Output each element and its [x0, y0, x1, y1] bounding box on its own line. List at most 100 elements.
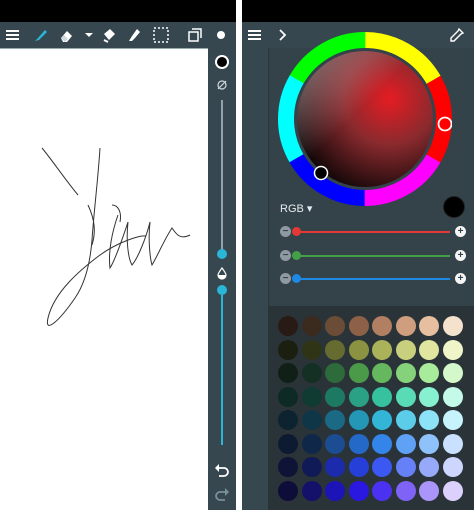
palette-swatch[interactable] — [301, 363, 322, 383]
palette-swatch[interactable] — [278, 410, 298, 430]
palette-swatch[interactable] — [372, 386, 392, 407]
palette-swatch[interactable] — [395, 457, 416, 477]
palette-swatch[interactable] — [372, 410, 392, 430]
palette-swatch[interactable] — [278, 339, 298, 360]
layers-icon[interactable] — [186, 26, 204, 44]
opacity-slider-knob[interactable] — [217, 249, 227, 259]
brush-icon[interactable] — [32, 26, 50, 44]
red-slider-knob[interactable] — [292, 227, 301, 236]
palette-swatch[interactable] — [395, 363, 416, 383]
palette-swatch[interactable] — [348, 433, 369, 454]
green-slider-track[interactable] — [296, 255, 450, 257]
palette-swatch[interactable] — [301, 386, 322, 407]
selection-icon[interactable] — [152, 26, 170, 44]
palette-swatch[interactable] — [395, 386, 416, 407]
color-wheel[interactable] — [278, 32, 452, 206]
palette-swatch[interactable] — [348, 457, 369, 477]
blue-plus-button[interactable]: + — [455, 273, 466, 284]
palette-swatch[interactable] — [395, 410, 416, 430]
palette-swatch[interactable] — [372, 363, 392, 383]
red-minus-button[interactable]: − — [280, 226, 291, 237]
palette-swatch[interactable] — [348, 386, 369, 407]
palette-swatch[interactable] — [325, 433, 345, 454]
palette-swatch[interactable] — [419, 480, 439, 501]
palette-swatch[interactable] — [278, 316, 298, 336]
palette-swatch[interactable] — [372, 316, 392, 336]
blue-minus-button[interactable]: − — [280, 273, 291, 284]
palette-swatch[interactable] — [395, 316, 416, 336]
palette-swatch[interactable] — [325, 339, 345, 360]
palette-swatch[interactable] — [419, 316, 439, 336]
fill-icon[interactable] — [100, 26, 118, 44]
palette-swatch[interactable] — [325, 316, 345, 336]
palette-swatch[interactable] — [348, 410, 369, 430]
red-slider-track[interactable] — [296, 231, 450, 233]
palette-swatch[interactable] — [419, 410, 439, 430]
palette-swatch[interactable] — [278, 386, 298, 407]
opacity-slider-track[interactable] — [221, 100, 223, 250]
redo-icon[interactable] — [213, 486, 231, 504]
color-mode-dropdown[interactable]: RGB ▾ — [280, 202, 312, 215]
value-handle[interactable] — [313, 165, 329, 181]
green-minus-button[interactable]: − — [280, 250, 291, 261]
palette-swatch[interactable] — [419, 433, 439, 454]
current-color-swatch[interactable] — [213, 53, 231, 71]
palette-swatch[interactable] — [442, 363, 463, 383]
blue-slider-track[interactable] — [296, 278, 450, 280]
chevron-down-icon[interactable] — [80, 26, 98, 44]
palette-swatch[interactable] — [278, 480, 298, 501]
palette-swatch[interactable] — [348, 480, 369, 501]
palette-swatch[interactable] — [442, 457, 463, 477]
palette-swatch[interactable] — [348, 339, 369, 360]
palette-swatch[interactable] — [325, 410, 345, 430]
palette-swatch[interactable] — [301, 433, 322, 454]
blue-slider-knob[interactable] — [292, 274, 301, 283]
palette-swatch[interactable] — [325, 386, 345, 407]
palette-swatch[interactable] — [395, 433, 416, 454]
green-plus-button[interactable]: + — [455, 250, 466, 261]
palette-swatch[interactable] — [278, 363, 298, 383]
palette-swatch[interactable] — [442, 433, 463, 454]
palette-swatch[interactable] — [372, 457, 392, 477]
undo-icon[interactable] — [213, 462, 231, 480]
palette-swatch[interactable] — [419, 457, 439, 477]
smudge-icon[interactable] — [126, 26, 144, 44]
palette-swatch[interactable] — [372, 480, 392, 501]
palette-swatch[interactable] — [442, 480, 463, 501]
blue-slider[interactable]: − + — [280, 273, 466, 285]
brush-dot-icon[interactable] — [212, 26, 230, 44]
menu-icon[interactable] — [4, 26, 22, 44]
palette-swatch[interactable] — [325, 363, 345, 383]
palette-swatch[interactable] — [348, 363, 369, 383]
palette-swatch[interactable] — [301, 316, 322, 336]
drawing-canvas[interactable] — [0, 48, 208, 510]
palette-swatch[interactable] — [301, 410, 322, 430]
palette-swatch[interactable] — [348, 316, 369, 336]
palette-swatch[interactable] — [395, 480, 416, 501]
palette-swatch[interactable] — [278, 433, 298, 454]
palette-swatch[interactable] — [278, 457, 298, 477]
palette-swatch[interactable] — [419, 339, 439, 360]
palette-swatch[interactable] — [442, 339, 463, 360]
green-slider-knob[interactable] — [292, 251, 301, 260]
eraser-icon[interactable] — [58, 26, 76, 44]
palette-swatch[interactable] — [372, 433, 392, 454]
palette-swatch[interactable] — [442, 316, 463, 336]
size-slider-knob[interactable] — [217, 285, 227, 295]
palette-swatch[interactable] — [372, 339, 392, 360]
size-slider-track[interactable] — [221, 295, 223, 445]
palette-swatch[interactable] — [419, 363, 439, 383]
red-slider[interactable]: − + — [280, 226, 466, 238]
palette-swatch[interactable] — [419, 386, 439, 407]
palette-swatch[interactable] — [301, 480, 322, 501]
palette-swatch[interactable] — [325, 480, 345, 501]
palette-swatch[interactable] — [442, 410, 463, 430]
palette-swatch[interactable] — [325, 457, 345, 477]
palette-swatch[interactable] — [301, 457, 322, 477]
menu-icon[interactable] — [246, 26, 264, 44]
palette-swatch[interactable] — [301, 339, 322, 360]
green-slider[interactable]: − + — [280, 250, 466, 262]
palette-swatch[interactable] — [395, 339, 416, 360]
red-plus-button[interactable]: + — [455, 226, 466, 237]
palette-swatch[interactable] — [442, 386, 463, 407]
